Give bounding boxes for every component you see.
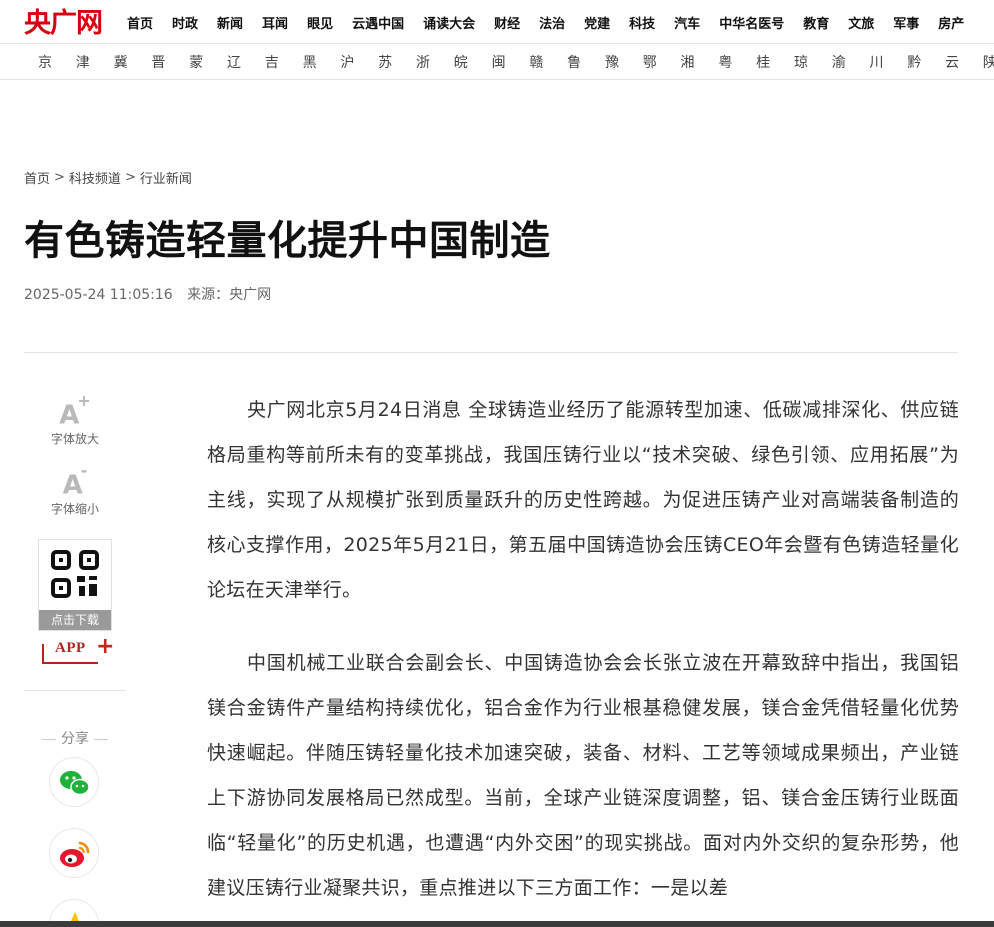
font-decrease-button[interactable]: A- 字体缩小: [24, 461, 126, 517]
qr-code-icon: [51, 550, 99, 598]
qr-caption: 点击下载: [39, 610, 111, 630]
main-nav: 首页 时政 新闻 耳闻 眼见 云遇中国 诵读大会 财经 法治 党建 科技 汽车 …: [127, 0, 983, 43]
nav-item-yunyu[interactable]: 云遇中国: [352, 13, 404, 32]
nav-item-politics[interactable]: 时政: [172, 13, 198, 32]
font-increase-button[interactable]: A+ 字体放大: [24, 391, 126, 447]
top-navigation: 央广网 首页 时政 新闻 耳闻 眼见 云遇中国 诵读大会 财经 法治 党建 科技…: [0, 0, 994, 44]
app-plus-icon: +: [96, 634, 115, 659]
app-button[interactable]: APP +: [42, 634, 115, 666]
province-list: 京津冀晋蒙辽吉黑沪苏浙皖闽赣鲁豫鄂湘粤桂琼渝川黔云陕: [38, 44, 994, 79]
province-link[interactable]: 豫: [605, 52, 643, 72]
site-logo[interactable]: 央广网: [24, 3, 103, 39]
share-label: 分享: [24, 728, 126, 748]
province-link[interactable]: 云: [945, 52, 983, 72]
header-divider: [24, 352, 958, 353]
breadcrumb-home[interactable]: 首页: [24, 168, 50, 187]
nav-item-news[interactable]: 新闻: [217, 13, 243, 32]
share-wechat-button[interactable]: [49, 757, 99, 807]
app-label: APP: [55, 640, 86, 656]
province-link[interactable]: 沪: [340, 52, 378, 72]
article-source: 来源：央广网: [187, 287, 272, 303]
breadcrumb-industry-news[interactable]: 行业新闻: [140, 168, 192, 187]
nav-item-auto[interactable]: 汽车: [674, 13, 700, 32]
nav-item-realestate[interactable]: 房产: [938, 13, 964, 32]
weibo-icon: [60, 841, 90, 867]
nav-item-law[interactable]: 法治: [539, 13, 565, 32]
province-link[interactable]: 冀: [114, 52, 152, 72]
font-decrease-label: 字体缩小: [50, 501, 99, 516]
nav-item-party[interactable]: 党建: [584, 13, 610, 32]
province-link[interactable]: 粤: [718, 52, 756, 72]
sidebar-divider: [24, 690, 126, 691]
font-increase-mark: +: [77, 391, 91, 410]
article-paragraph: 央广网北京5月24日消息 全球铸造业经历了能源转型加速、低碳减排深化、供应链格局…: [207, 399, 959, 601]
font-decrease-mark: -: [80, 461, 88, 480]
nav-item-erwen[interactable]: 耳闻: [262, 13, 288, 32]
nav-item-culture-travel[interactable]: 文旅: [848, 13, 874, 32]
nav-item-tech[interactable]: 科技: [629, 13, 655, 32]
article-body: 央广网北京5月24日消息 全球铸造业经历了能源转型加速、低碳减排深化、供应链格局…: [207, 388, 959, 911]
province-link[interactable]: 湘: [681, 52, 719, 72]
nav-item-military[interactable]: 军事: [893, 13, 919, 32]
font-increase-label: 字体放大: [50, 431, 99, 446]
nav-item-home[interactable]: 首页: [127, 13, 153, 32]
province-link[interactable]: 川: [870, 52, 908, 72]
province-link[interactable]: 津: [76, 52, 114, 72]
province-link[interactable]: 辽: [227, 52, 265, 72]
province-navigation: 京津冀晋蒙辽吉黑沪苏浙皖闽赣鲁豫鄂湘粤桂琼渝川黔云陕: [0, 44, 994, 80]
province-link[interactable]: 鲁: [567, 52, 605, 72]
province-link[interactable]: 赣: [529, 52, 567, 72]
breadcrumb: 首页 > 科技频道 > 行业新闻: [24, 168, 192, 187]
nav-item-recital[interactable]: 诵读大会: [423, 13, 475, 32]
province-link[interactable]: 晋: [151, 52, 189, 72]
province-link[interactable]: 琼: [794, 52, 832, 72]
article-datetime: 2025-05-24 11:05:16: [24, 287, 173, 303]
province-link[interactable]: 黑: [303, 52, 341, 72]
font-decrease-glyph: A: [62, 470, 83, 501]
province-link[interactable]: 黔: [907, 52, 945, 72]
app-download-qr[interactable]: 点击下载: [38, 539, 112, 631]
province-link[interactable]: 蒙: [189, 52, 227, 72]
province-link[interactable]: 吉: [265, 52, 303, 72]
province-link[interactable]: 鄂: [643, 52, 681, 72]
article-title: 有色铸造轻量化提升中国制造: [24, 218, 551, 264]
province-link[interactable]: 闽: [492, 52, 530, 72]
breadcrumb-separator: >: [124, 170, 136, 185]
nav-item-education[interactable]: 教育: [803, 13, 829, 32]
province-link[interactable]: 浙: [416, 52, 454, 72]
province-link[interactable]: 桂: [756, 52, 794, 72]
article-paragraph: 中国机械工业联合会副会长、中国铸造协会会长张立波在开幕致辞中指出，我国铝镁合金铸…: [207, 652, 959, 899]
wechat-icon: [60, 771, 90, 796]
share-weibo-button[interactable]: [49, 828, 99, 878]
breadcrumb-tech-channel[interactable]: 科技频道: [69, 168, 121, 187]
bottom-scrollbar-strip: [0, 921, 994, 927]
province-link[interactable]: 陕: [983, 52, 994, 72]
font-increase-icon: A+: [59, 391, 91, 431]
province-link[interactable]: 苏: [378, 52, 416, 72]
font-decrease-icon: A-: [63, 461, 88, 501]
nav-item-finance[interactable]: 财经: [494, 13, 520, 32]
article-meta: 2025-05-24 11:05:16 来源：央广网: [24, 284, 281, 304]
province-link[interactable]: 渝: [832, 52, 870, 72]
province-link[interactable]: 皖: [454, 52, 492, 72]
breadcrumb-separator: >: [54, 170, 65, 185]
province-link[interactable]: 京: [38, 52, 76, 72]
nav-item-doctors[interactable]: 中华名医号: [719, 13, 784, 32]
nav-item-yanjian[interactable]: 眼见: [307, 13, 333, 32]
